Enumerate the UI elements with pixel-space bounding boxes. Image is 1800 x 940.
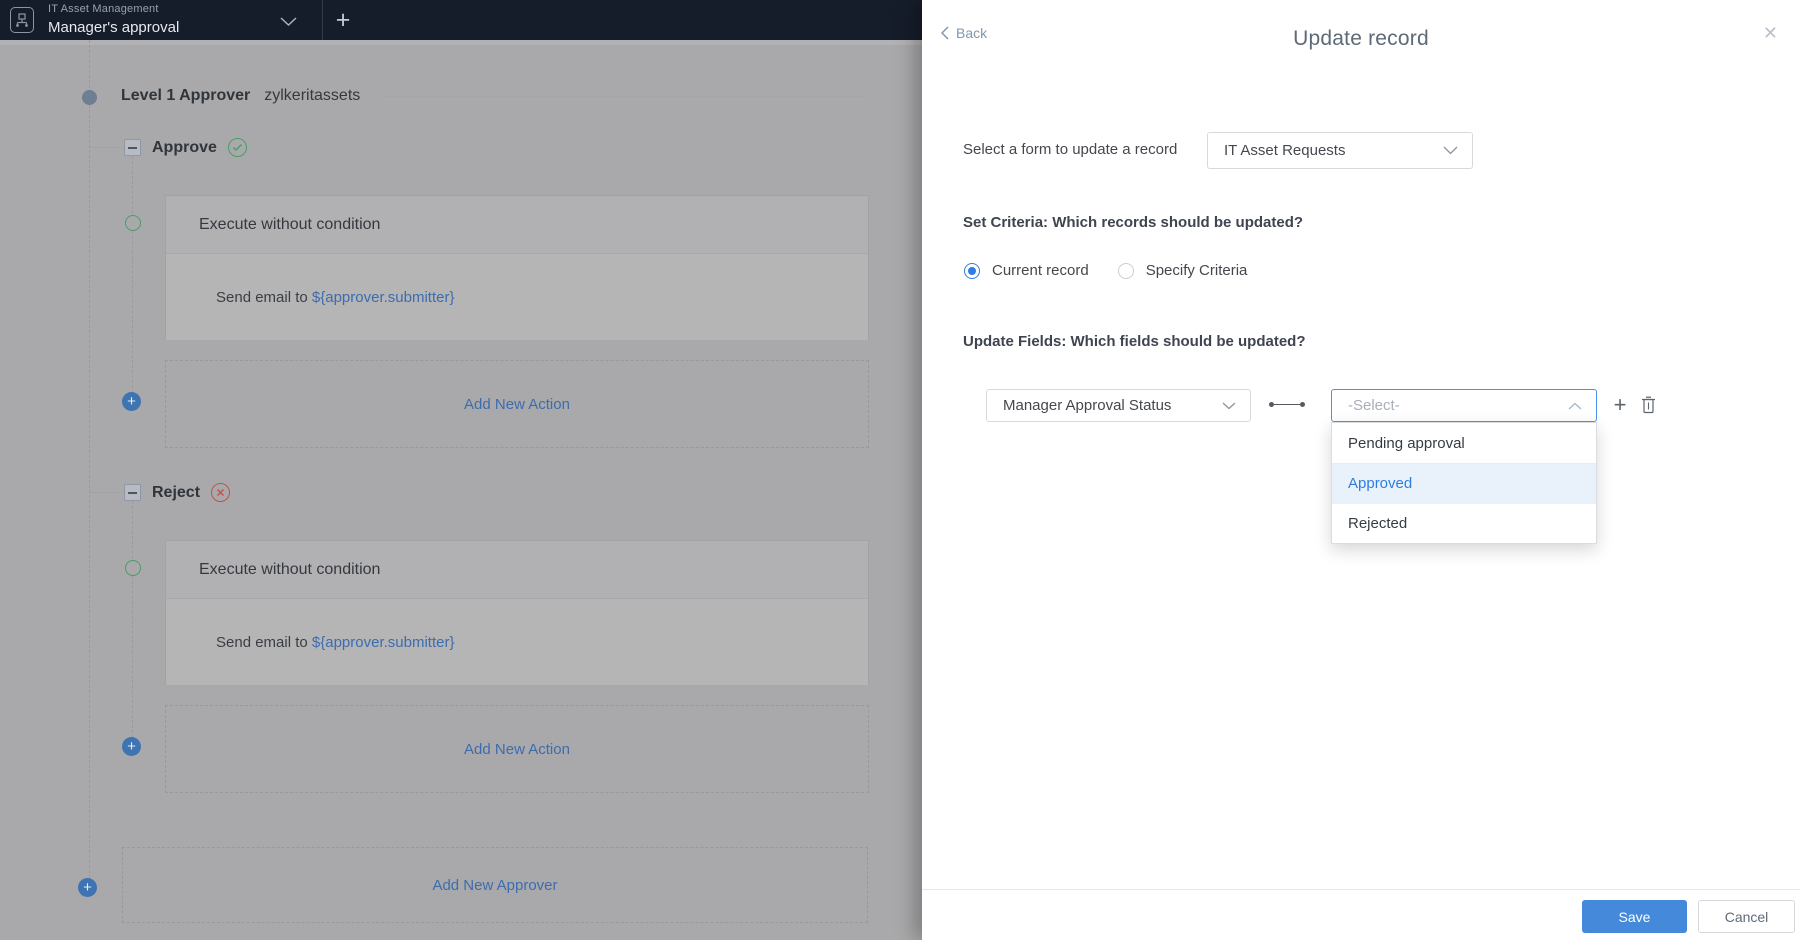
action-text: Send email to (216, 634, 312, 651)
connector-line (1274, 404, 1300, 405)
update-record-panel: Back Update record ✕ Select a form to up… (922, 0, 1800, 940)
field-select-dropdown[interactable]: Manager Approval Status (986, 389, 1251, 422)
chevron-up-icon (1568, 402, 1582, 410)
radio-current-record[interactable] (964, 263, 980, 279)
add-workflow-button[interactable]: + (330, 5, 356, 35)
branch-name: Reject (152, 484, 200, 502)
action-row[interactable]: Send email to ${approver.submitter} (166, 254, 868, 340)
trash-icon (1641, 396, 1656, 414)
condition-block[interactable]: Execute without condition Send email to … (165, 540, 869, 685)
level-label: Level 1 Approver (121, 87, 250, 104)
condition-node-icon (125, 215, 141, 231)
update-fields-heading: Update Fields: Which fields should be up… (963, 333, 1306, 350)
workflow-canvas: IT Asset Management Manager's approval +… (0, 0, 922, 940)
field-select-value: Manager Approval Status (1003, 397, 1222, 414)
action-text: Send email to (216, 289, 312, 306)
workflow-name[interactable]: Manager's approval (48, 20, 179, 35)
condition-header[interactable]: Execute without condition (166, 196, 868, 254)
option-pending-approval[interactable]: Pending approval (1332, 423, 1596, 463)
workflow-header: IT Asset Management Manager's approval + (0, 0, 922, 40)
criteria-radio-group: Current record Specify Criteria (964, 262, 1247, 279)
content-top-strip (0, 40, 922, 45)
add-new-approver-button[interactable]: Add New Approver (122, 847, 868, 923)
collapse-toggle[interactable] (124, 484, 141, 501)
option-approved[interactable]: Approved (1332, 463, 1596, 503)
add-new-action-button[interactable]: Add New Action (165, 360, 869, 448)
criteria-heading: Set Criteria: Which records should be up… (963, 214, 1303, 231)
close-icon[interactable]: ✕ (1763, 23, 1778, 44)
chevron-down-icon (1222, 402, 1236, 410)
form-select-label: Select a form to update a record (963, 141, 1177, 158)
value-options-menu: Pending approval Approved Rejected (1331, 422, 1597, 544)
branch-title: Reject (152, 483, 230, 502)
level-approver-value: zylkeritassets (264, 87, 360, 104)
reject-x-icon (211, 483, 230, 502)
add-action-plus-icon[interactable]: + (122, 737, 141, 756)
branch-title: Approve (152, 138, 247, 157)
form-select-value: IT Asset Requests (1224, 142, 1443, 159)
form-select-dropdown[interactable]: IT Asset Requests (1207, 132, 1473, 169)
radio-specify-criteria-label[interactable]: Specify Criteria (1146, 262, 1248, 279)
cancel-button[interactable]: Cancel (1698, 900, 1795, 933)
add-new-action-button[interactable]: Add New Action (165, 705, 869, 793)
minus-icon (128, 147, 137, 149)
workflow-header-text: IT Asset Management Manager's approval (48, 4, 179, 35)
add-action-plus-icon[interactable]: + (122, 392, 141, 411)
field-value-connector (1269, 400, 1305, 409)
branch-name: Approve (152, 139, 217, 157)
condition-header[interactable]: Execute without condition (166, 541, 868, 599)
footer-divider (922, 889, 1800, 890)
action-row[interactable]: Send email to ${approver.submitter} (166, 599, 868, 685)
add-field-row-button[interactable]: + (1608, 392, 1632, 418)
condition-node-icon (125, 560, 141, 576)
action-recipient-link[interactable]: ${approver.submitter} (312, 289, 455, 306)
flowchart-icon (15, 13, 29, 28)
level-row[interactable]: Level 1 Approver zylkeritassets (121, 87, 360, 105)
approve-check-icon (228, 138, 247, 157)
condition-block[interactable]: Execute without condition Send email to … (165, 195, 869, 340)
chevron-down-icon (1443, 146, 1458, 155)
branch-connector-line (90, 492, 124, 493)
radio-specify-criteria[interactable] (1118, 263, 1134, 279)
workflow-app-icon (10, 7, 34, 33)
minus-icon (128, 492, 137, 494)
value-select-dropdown[interactable]: -Select- (1331, 389, 1597, 422)
branch-connector-line (90, 147, 124, 148)
add-approver-plus-icon[interactable]: + (78, 878, 97, 897)
radio-dot (968, 267, 976, 275)
header-divider (322, 0, 323, 40)
branch-spine (132, 156, 133, 393)
level-dotted-line (381, 96, 868, 97)
screen: IT Asset Management Manager's approval +… (0, 0, 1800, 940)
save-button[interactable]: Save (1582, 900, 1687, 933)
app-name: IT Asset Management (48, 4, 179, 15)
workflow-spine (89, 40, 90, 878)
panel-title: Update record (922, 27, 1800, 51)
delete-field-row-button[interactable] (1638, 394, 1658, 416)
option-rejected[interactable]: Rejected (1332, 503, 1596, 543)
collapse-toggle[interactable] (124, 139, 141, 156)
connector-dot (1300, 402, 1305, 407)
action-recipient-link[interactable]: ${approver.submitter} (312, 634, 455, 651)
branch-spine (132, 501, 133, 738)
radio-current-record-label[interactable]: Current record (992, 262, 1089, 279)
workflow-switcher-chevron-icon[interactable] (280, 14, 297, 32)
value-select-placeholder: -Select- (1348, 397, 1568, 414)
level-node-bullet (82, 90, 97, 105)
